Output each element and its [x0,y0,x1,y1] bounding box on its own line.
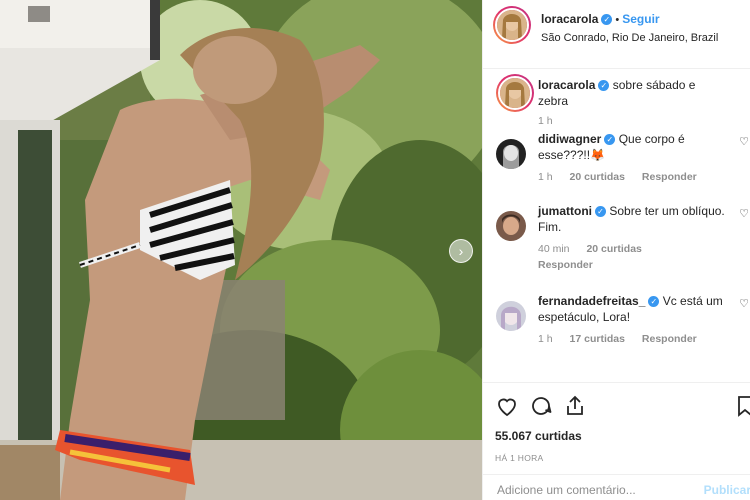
comment-username[interactable]: jumattoni [538,204,592,218]
post-photo[interactable]: › [0,0,482,500]
reply-button[interactable]: Responder [642,171,697,183]
comment-likes[interactable]: 20 curtidas [570,171,625,183]
comment-icon[interactable] [529,394,553,418]
comment-likes[interactable]: 17 curtidas [570,333,625,345]
comment-row: didiwagner ✓ Que corpo é esse???!!🦊 1 h 2… [483,131,750,203]
comment-time[interactable]: 1 h [538,333,553,345]
comment-time[interactable]: 1 h [538,171,553,183]
bookmark-icon[interactable] [735,394,750,418]
verified-badge-icon: ✓ [648,296,660,307]
comment-row: fernandadefreitas_ ✓ Vc está um espetácul… [483,293,750,365]
post-sidebar: loracarola ✓ • Seguir São Conrado, Rio De J… [482,0,750,500]
caption-username[interactable]: loracarola [538,78,595,92]
comment-time[interactable]: 40 min [538,243,570,255]
instagram-post-view: › loracarola ✓ • Seguir São Conrado, Rio De… [0,0,750,500]
follow-button[interactable]: Seguir [622,12,659,26]
verified-badge-icon: ✓ [598,80,610,91]
author-avatar[interactable] [493,6,531,44]
separator-dot: • [615,14,620,26]
posted-time[interactable]: HÁ 1 HORA [495,453,750,463]
action-icons [495,393,750,419]
share-icon[interactable] [563,394,587,418]
publish-button[interactable]: Publicar [704,483,750,497]
reply-button[interactable]: Responder [642,333,697,345]
next-photo-button[interactable]: › [449,239,473,263]
comment-row: jumattoni ✓ Sobre ter um oblíquo. Fim. 40… [483,203,750,293]
comment-likes[interactable]: 20 curtidas [586,243,641,255]
post-header: loracarola ✓ • Seguir São Conrado, Rio De J… [483,0,750,69]
comments-list[interactable]: loracarola ✓ sobre sábado e zebra 1 h did… [483,70,750,382]
comment-username[interactable]: didiwagner [538,132,601,146]
caption-time[interactable]: 1 h [538,115,553,127]
comment-like-heart-icon[interactable]: ♡ [739,135,749,148]
comment-like-heart-icon[interactable]: ♡ [739,297,749,310]
author-username[interactable]: loracarola [541,12,598,26]
heart-icon[interactable] [495,394,519,418]
add-comment-bar: Publicar [483,474,750,500]
caption-row: loracarola ✓ sobre sábado e zebra 1 h [483,70,750,127]
photo-illustration [0,0,482,500]
likes-count[interactable]: 55.067 curtidas [495,429,750,443]
verified-badge-icon: ✓ [595,206,606,217]
reply-button[interactable]: Responder [538,259,593,271]
caption-avatar[interactable] [496,74,534,112]
post-actions: 55.067 curtidas HÁ 1 HORA [483,382,750,463]
comment-input[interactable] [497,483,707,497]
commenter-avatar[interactable] [496,211,526,241]
commenter-avatar[interactable] [496,139,526,169]
comment-like-heart-icon[interactable]: ♡ [739,207,749,220]
commenter-avatar[interactable] [496,301,526,331]
verified-badge-icon: ✓ [604,134,616,145]
chevron-right-icon: › [458,243,464,259]
comment-username[interactable]: fernandadefreitas_ [538,294,645,308]
post-location[interactable]: São Conrado, Rio De Janeiro, Brazil [541,32,718,44]
verified-badge-icon: ✓ [601,14,613,25]
